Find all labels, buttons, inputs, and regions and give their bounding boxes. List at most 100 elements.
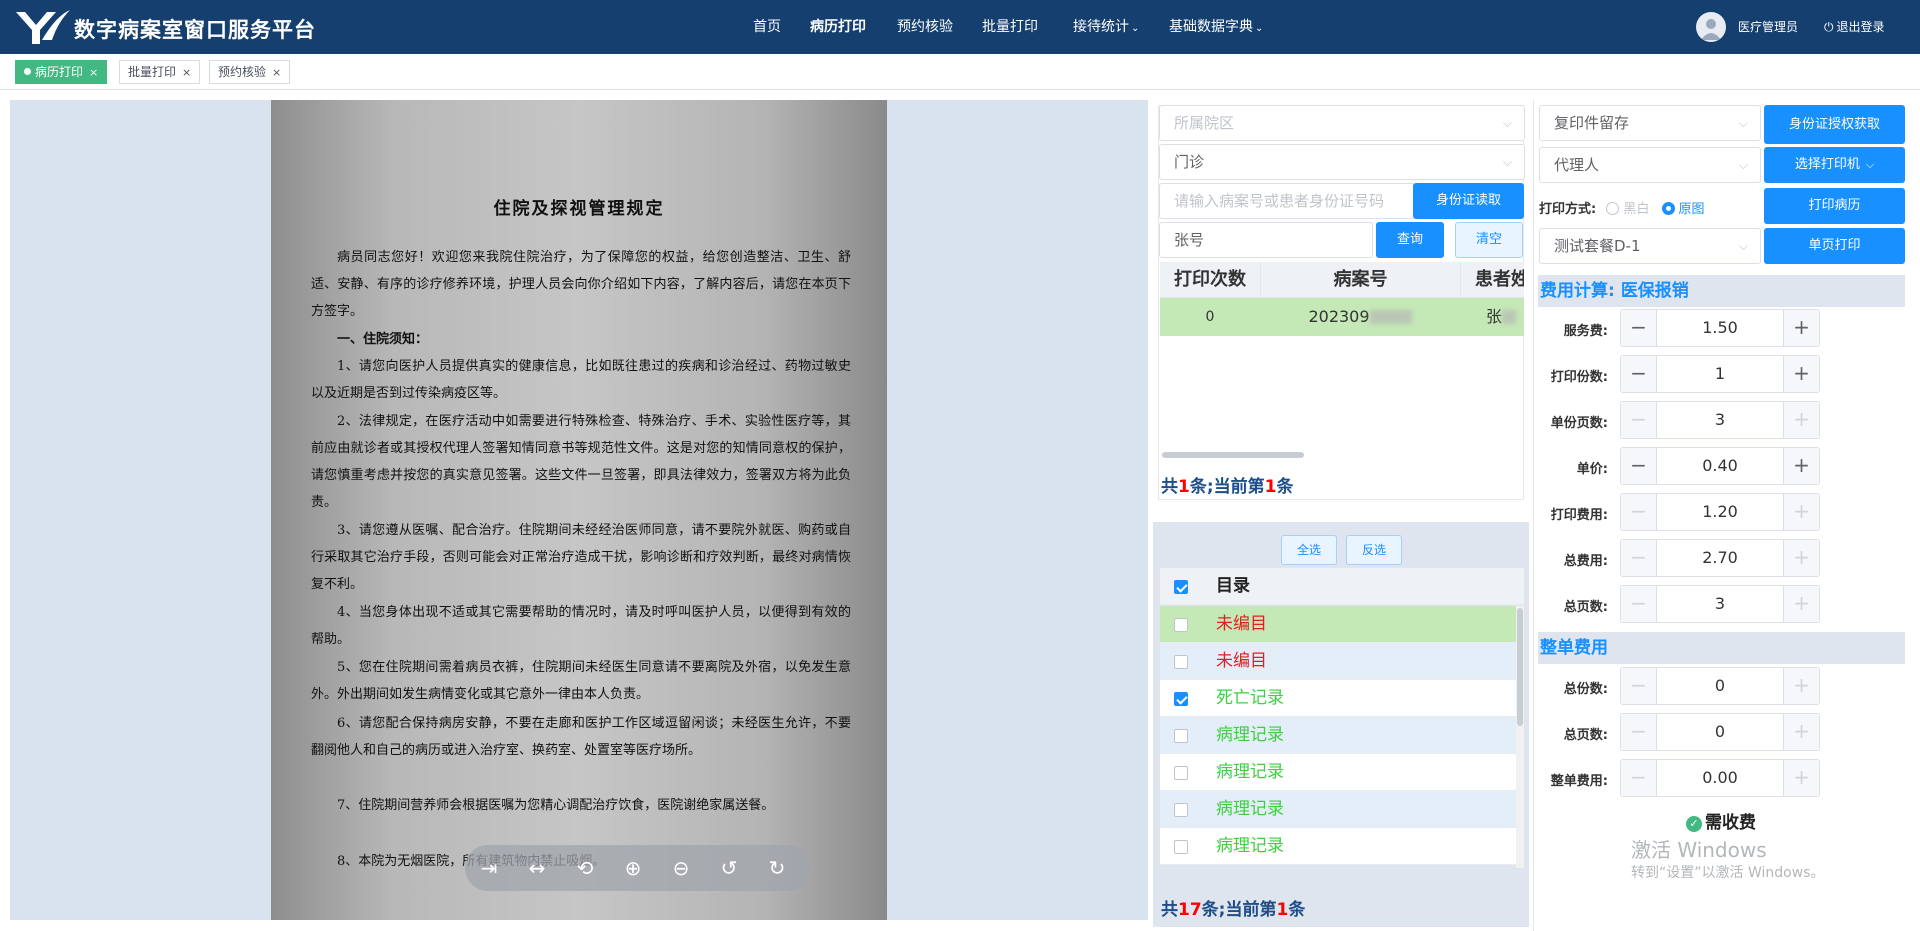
fee-stepper[interactable]: −0.40 + (1620, 447, 1820, 485)
rotate-right-icon[interactable]: ↻ (763, 854, 791, 882)
fee-stepper[interactable]: −0 + (1620, 713, 1820, 751)
fee-value[interactable]: 2.70 (1657, 540, 1783, 576)
fee-value[interactable]: 3 (1657, 586, 1783, 622)
fee-value[interactable]: 0 (1657, 714, 1783, 750)
document-title: 住院及探视管理规定 (493, 199, 665, 219)
nav-record-print[interactable]: 病历打印 (810, 0, 866, 54)
fee-value[interactable]: 1.20 (1657, 494, 1783, 530)
fee-value[interactable]: 1.50 (1657, 310, 1783, 346)
select-all-checkbox[interactable] (1174, 580, 1188, 594)
catalog-item-checkbox[interactable] (1174, 840, 1188, 854)
catalog-item[interactable]: 未编目 (1160, 606, 1516, 643)
catalog-item[interactable]: 病理记录 (1160, 791, 1516, 828)
plus-icon[interactable]: + (1783, 356, 1819, 392)
plus-icon[interactable]: + (1783, 310, 1819, 346)
id-card-read-button[interactable]: 身份证读取 (1413, 183, 1524, 219)
close-icon[interactable]: × (89, 66, 98, 79)
horizontal-scrollbar[interactable] (1162, 452, 1304, 458)
nav-appointment-verify[interactable]: 预约核验 (897, 0, 953, 54)
catalog-item[interactable]: 病理记录 (1160, 754, 1516, 791)
radio-original-label[interactable]: 原图 (1679, 202, 1705, 217)
agent-select[interactable]: 代理人 ⌵ (1539, 147, 1761, 183)
id-input[interactable]: 请输入病案号或患者身份证号码 (1159, 183, 1415, 219)
table-row[interactable]: 0 202309 张 (1160, 298, 1524, 336)
radio-bw-label[interactable]: 黑白 (1623, 202, 1649, 217)
radio-original[interactable] (1661, 202, 1675, 215)
id-auth-button[interactable]: 身份证授权获取 (1764, 105, 1905, 144)
catalog-item-checkbox[interactable] (1174, 729, 1188, 743)
document-paragraph: 6、请您配合保持病房安静，不要在走廊和医护工作区域逗留闲谈；未经医生允许，不要翻… (311, 716, 851, 758)
shrink-width-icon[interactable]: ⇥ (475, 854, 503, 882)
fit-width-icon[interactable]: ↔ (523, 854, 551, 882)
purpose-select[interactable]: 复印件留存 ⌵ (1539, 105, 1761, 141)
catalog-item[interactable]: 病理记录 (1160, 717, 1516, 754)
catalog-item[interactable]: 病理记录 (1160, 828, 1516, 865)
column-record-no[interactable]: 病案号 (1260, 262, 1460, 298)
nav-home[interactable]: 首页 (753, 0, 781, 54)
clear-button[interactable]: 清空 (1455, 222, 1523, 258)
close-icon[interactable]: × (272, 66, 281, 79)
nav-reception-stats[interactable]: 接待统计 ⌄ (1073, 0, 1139, 54)
nav-batch-print[interactable]: 批量打印 (982, 0, 1038, 54)
hospital-select[interactable]: 所属院区 ⌵ (1159, 105, 1525, 141)
avatar[interactable] (1696, 12, 1726, 42)
tab-record-print[interactable]: 病历打印 × (15, 60, 108, 84)
fee-value[interactable]: 3 (1657, 402, 1783, 438)
fee-stepper[interactable]: −0.00 + (1620, 759, 1820, 797)
fee-value[interactable]: 0 (1657, 668, 1783, 704)
invert-selection-button[interactable]: 反选 (1346, 535, 1402, 565)
catalog-item-checkbox[interactable] (1174, 692, 1188, 706)
column-print-count[interactable]: 打印次数 (1160, 262, 1260, 298)
tab-appointment-verify[interactable]: 预约核验 × (209, 60, 291, 84)
catalog-item-checkbox[interactable] (1174, 655, 1188, 669)
column-patient-name[interactable]: 患者姓 (1460, 262, 1524, 298)
fee-stepper[interactable]: −3 + (1620, 401, 1820, 439)
plus-icon[interactable]: + (1783, 448, 1819, 484)
logout-button[interactable]: ⏻ 退出登录 (1824, 0, 1885, 54)
minus-icon[interactable]: − (1621, 356, 1657, 392)
fee-value[interactable]: 0.40 (1657, 448, 1783, 484)
catalog-item-checkbox[interactable] (1174, 618, 1188, 632)
tab-batch-print[interactable]: 批量打印 × (119, 60, 201, 84)
vertical-scrollbar[interactable] (1516, 606, 1524, 868)
fee-stepper[interactable]: −2.70 + (1620, 539, 1820, 577)
fee-value[interactable]: 1 (1657, 356, 1783, 392)
catalog-item[interactable]: 未编目 (1160, 643, 1516, 680)
fee-value[interactable]: 0.00 (1657, 760, 1783, 796)
scrollbar-thumb[interactable] (1517, 608, 1523, 726)
catalog-header-label: 目录 (1216, 576, 1250, 596)
fee-stepper[interactable]: −0 + (1620, 667, 1820, 705)
catalog-item-checkbox[interactable] (1174, 803, 1188, 817)
select-printer-button[interactable]: 选择打印机 ⌵ (1764, 147, 1905, 183)
catalog-item-label: 病理记录 (1216, 799, 1284, 819)
rotate-left-icon[interactable]: ↺ (715, 854, 743, 882)
fee-stepper[interactable]: −1.50 + (1620, 309, 1820, 347)
single-page-print-button[interactable]: 单页打印 (1764, 228, 1905, 264)
fee-stepper[interactable]: −1.20 + (1620, 493, 1820, 531)
minus-icon: − (1621, 540, 1657, 576)
minus-icon[interactable]: − (1621, 448, 1657, 484)
catalog-item-checkbox[interactable] (1174, 766, 1188, 780)
radio-bw[interactable] (1606, 202, 1620, 215)
package-select[interactable]: 测试套餐D-1 ⌵ (1539, 228, 1761, 264)
nav-data-dictionary[interactable]: 基础数据字典 ⌄ (1169, 0, 1263, 54)
minus-icon[interactable]: − (1621, 310, 1657, 346)
document-viewer[interactable]: 住院及探视管理规定 病员同志您好！欢迎您来我院住院治疗，为了保障您的权益，给您创… (10, 100, 1148, 920)
zoom-in-icon[interactable]: ⊕ (619, 854, 647, 882)
print-record-button[interactable]: 打印病历 (1764, 188, 1905, 224)
plus-icon: + (1783, 494, 1819, 530)
fee-label: 单价: (1576, 462, 1608, 477)
zoom-out-icon[interactable]: ⊖ (667, 854, 695, 882)
user-name[interactable]: 医疗管理员 (1738, 0, 1798, 54)
number-field[interactable]: 张号 (1159, 222, 1373, 258)
select-all-button[interactable]: 全选 (1281, 535, 1337, 565)
catalog-item-label: 未编目 (1216, 651, 1267, 671)
reset-icon[interactable]: ⟲ (571, 854, 599, 882)
fee-stepper[interactable]: −3 + (1620, 585, 1820, 623)
query-button[interactable]: 查询 (1376, 222, 1444, 258)
visit-type-select[interactable]: 门诊 ⌵ (1159, 144, 1525, 180)
fee-stepper[interactable]: −1 + (1620, 355, 1820, 393)
pager-current: 1 (1264, 477, 1277, 497)
catalog-item[interactable]: 死亡记录 (1160, 680, 1516, 717)
close-icon[interactable]: × (182, 66, 191, 79)
